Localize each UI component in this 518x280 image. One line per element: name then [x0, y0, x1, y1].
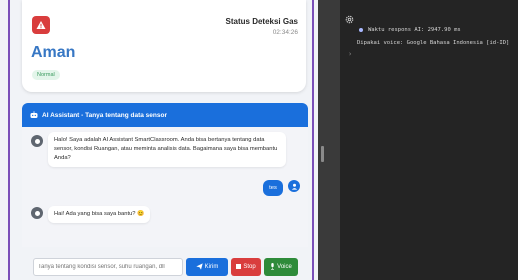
user-message-text: tes — [269, 185, 277, 191]
warning-icon — [32, 16, 50, 34]
chat-input[interactable] — [33, 258, 183, 276]
bot-message-text: Hai! Ada yang bisa saya bantu? 😊 — [54, 211, 145, 217]
resize-handle[interactable] — [321, 146, 324, 162]
bot-avatar — [31, 207, 43, 219]
chat-header: AI Assistant - Tanya tentang data sensor — [22, 103, 308, 127]
bot-message-text: Halo! Saya adalah AI Assistant SmartClas… — [54, 137, 278, 161]
stop-icon — [236, 263, 242, 271]
chat-messages: Halo! Saya adalah AI Assistant SmartClas… — [22, 127, 308, 247]
gas-status-time: 02:34:26 — [272, 29, 298, 36]
log-bullet-icon — [359, 28, 363, 32]
chat-header-title: AI Assistant - Tanya tentang data sensor — [42, 111, 167, 119]
gas-status-title: Status Deteksi Gas — [225, 17, 298, 26]
stop-button-label: Stop — [243, 264, 256, 270]
bot-message: Halo! Saya adalah AI Assistant SmartClas… — [48, 132, 286, 167]
devtools-console: Waktu respons AI: 2947.90 ms Dipakai voi… — [340, 0, 518, 280]
user-avatar — [288, 180, 300, 192]
gas-status-value: Aman — [31, 44, 76, 61]
pane-divider[interactable] — [318, 0, 340, 280]
voice-button[interactable]: Voice — [264, 258, 298, 276]
robot-icon — [30, 111, 38, 119]
send-button-label: Kirim — [204, 264, 219, 270]
voice-button-label: Voice — [277, 264, 292, 270]
console-log-line: Waktu respons AI: 2947.90 ms — [368, 27, 461, 33]
user-message: tes — [263, 180, 283, 196]
send-button[interactable]: Kirim — [186, 258, 228, 276]
microphone-icon — [270, 262, 275, 272]
console-prompt[interactable]: › — [348, 50, 352, 58]
app-pane: Status Deteksi Gas 02:34:26 Aman Normal … — [0, 0, 318, 280]
phone-frame-left — [8, 0, 10, 280]
stop-button[interactable]: Stop — [231, 258, 261, 276]
status-badge: Normal — [32, 70, 60, 80]
phone-frame-right — [312, 0, 314, 280]
bot-message: Hai! Ada yang bisa saya bantu? 😊 — [48, 206, 151, 223]
gas-status-card: Status Deteksi Gas 02:34:26 Aman Normal — [22, 0, 306, 92]
gear-icon[interactable] — [345, 9, 354, 28]
bot-avatar — [31, 135, 43, 147]
console-log-line: Dipakai voice: Google Bahasa Indonesia [… — [357, 40, 510, 46]
send-icon — [195, 262, 203, 272]
